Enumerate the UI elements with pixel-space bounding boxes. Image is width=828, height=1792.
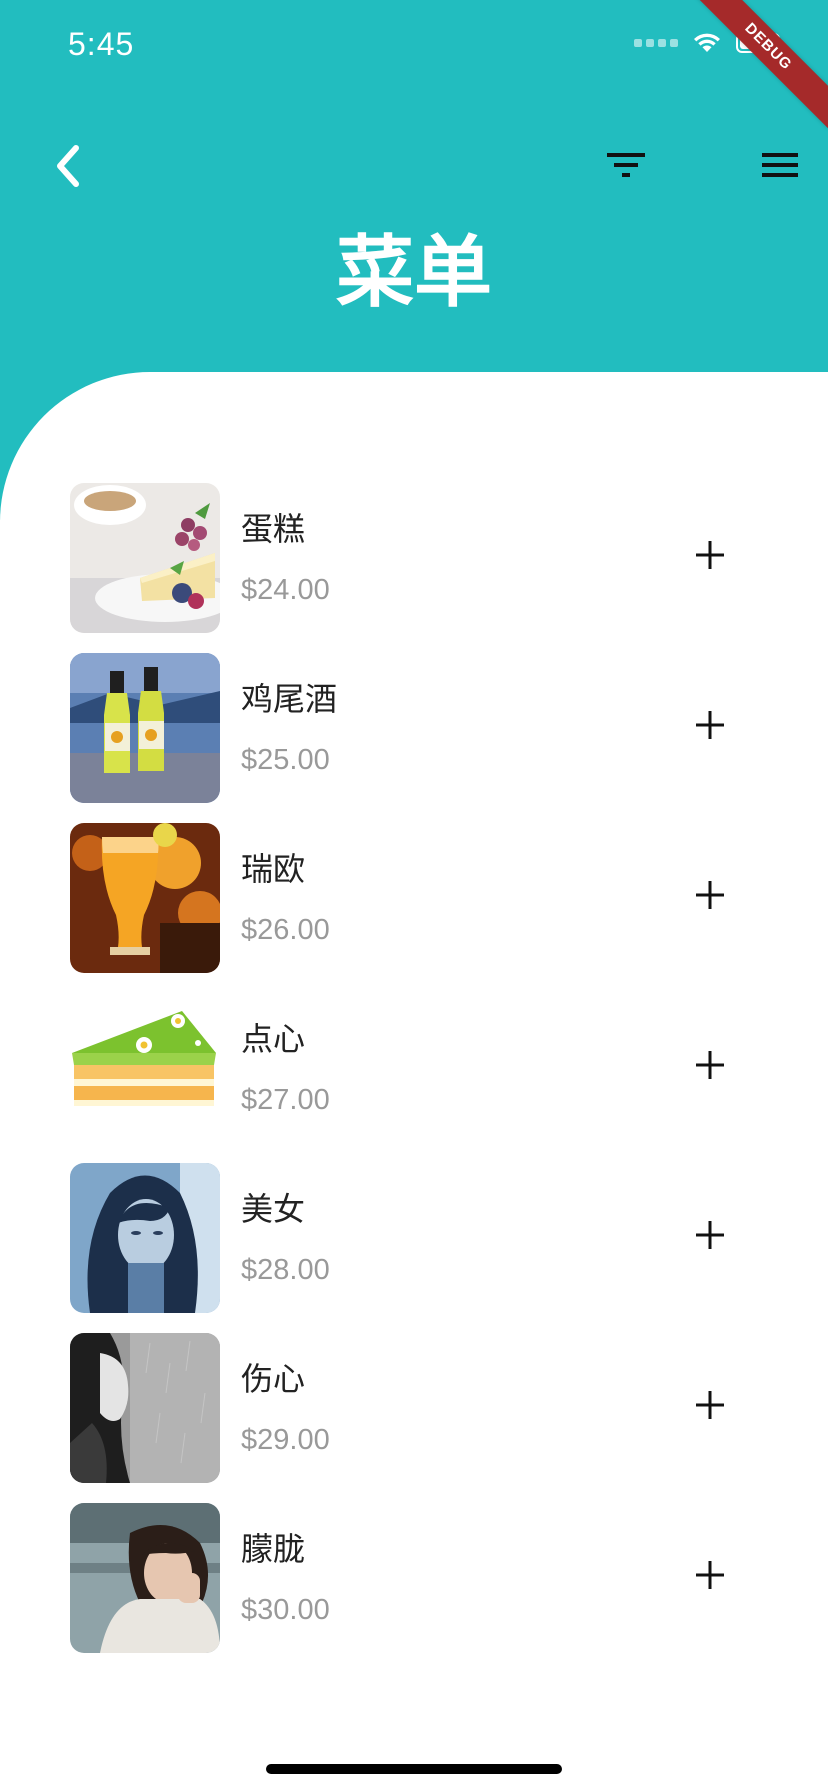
item-name: 蛋糕 — [241, 510, 306, 548]
item-name: 美女 — [241, 1190, 306, 1228]
list-item[interactable]: 鸡尾酒 $25.00 — [70, 653, 760, 803]
item-price: $30.00 — [241, 1594, 330, 1626]
item-price: $28.00 — [241, 1254, 330, 1286]
item-image-orange-drink — [70, 823, 220, 973]
item-name: 朦胧 — [241, 1530, 306, 1568]
cellular-signal-icon — [634, 39, 678, 47]
back-button[interactable] — [50, 140, 94, 192]
list-item[interactable]: 美女 $28.00 — [70, 1163, 760, 1313]
add-button[interactable] — [690, 1555, 730, 1595]
item-price: $24.00 — [241, 574, 330, 606]
list-item[interactable]: 伤心 $29.00 — [70, 1333, 760, 1483]
add-button[interactable] — [690, 535, 730, 575]
wifi-icon — [694, 33, 720, 52]
item-image-woman-portrait — [70, 1503, 220, 1653]
item-price: $27.00 — [241, 1084, 330, 1116]
add-button[interactable] — [690, 1385, 730, 1425]
plus-icon — [696, 1561, 724, 1589]
add-button[interactable] — [690, 1215, 730, 1255]
item-name: 点心 — [241, 1020, 306, 1058]
item-price: $29.00 — [241, 1424, 330, 1456]
filter-button[interactable] — [603, 145, 651, 185]
item-name: 鸡尾酒 — [241, 680, 338, 718]
list-item[interactable]: 点心 $27.00 — [70, 993, 760, 1143]
add-button[interactable] — [690, 1045, 730, 1085]
item-image-woman-rain — [70, 1333, 220, 1483]
hamburger-menu-icon — [762, 153, 798, 177]
list-item[interactable]: 朦胧 $30.00 — [70, 1503, 760, 1653]
item-image-cocktail — [70, 653, 220, 803]
item-image-woman-blue — [70, 1163, 220, 1313]
chevron-left-icon — [57, 145, 79, 187]
add-button[interactable] — [690, 875, 730, 915]
plus-icon — [696, 541, 724, 569]
menu-button[interactable] — [758, 145, 804, 185]
home-indicator[interactable] — [266, 1764, 562, 1774]
filter-icon — [607, 153, 645, 177]
item-price: $25.00 — [241, 744, 330, 776]
plus-icon — [696, 1391, 724, 1419]
plus-icon — [696, 1221, 724, 1249]
plus-icon — [696, 881, 724, 909]
item-image-cake-slice — [70, 993, 220, 1143]
add-button[interactable] — [690, 705, 730, 745]
item-name: 瑞欧 — [241, 850, 306, 888]
status-time: 5:45 — [68, 26, 135, 62]
list-item[interactable]: 蛋糕 $24.00 — [70, 483, 760, 633]
plus-icon — [696, 711, 724, 739]
page-title: 菜单 — [335, 228, 492, 318]
item-name: 伤心 — [241, 1360, 306, 1398]
list-item[interactable]: 瑞欧 $26.00 — [70, 823, 760, 973]
item-image-cheesecake — [70, 483, 220, 633]
plus-icon — [696, 1051, 724, 1079]
item-price: $26.00 — [241, 914, 330, 946]
menu-list: 蛋糕 $24.00 鸡尾酒 $25.00 瑞欧 $26.00 点心 $27.00… — [70, 483, 760, 1673]
